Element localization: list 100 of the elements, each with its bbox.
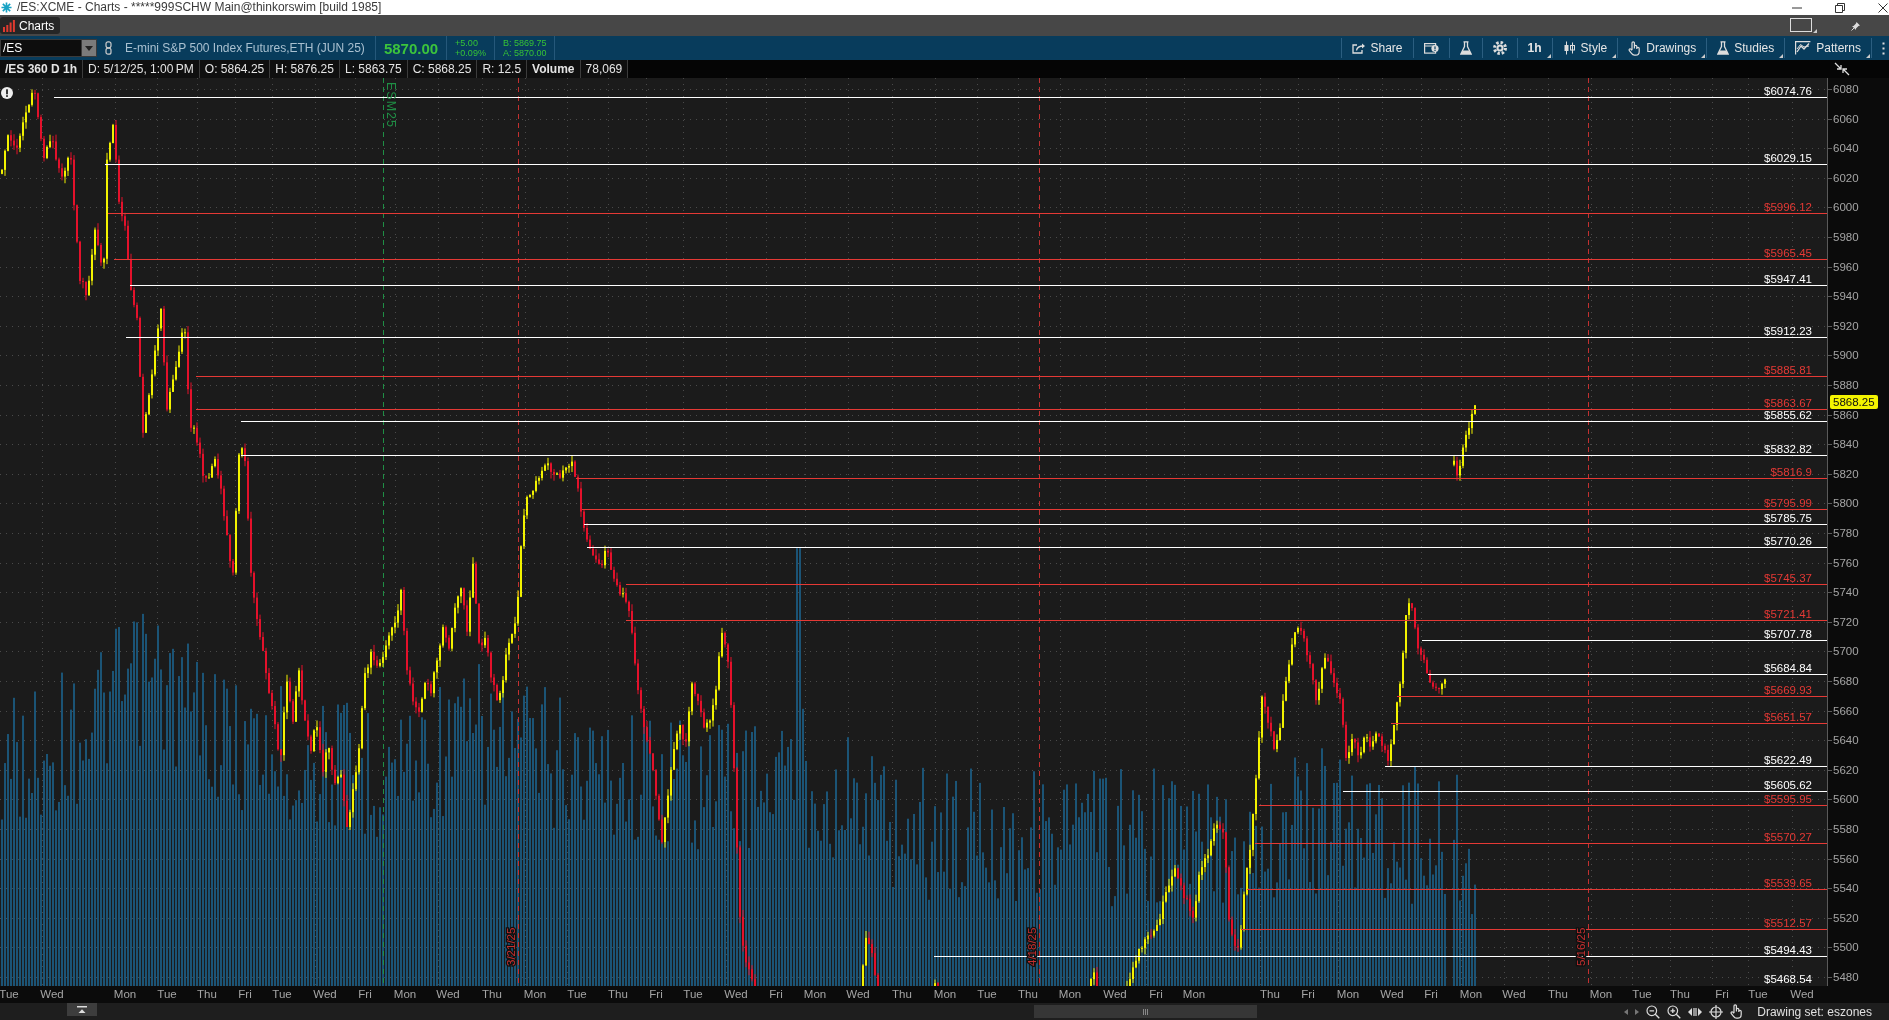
caret-icon (85, 45, 93, 51)
candlestick-icon (1562, 41, 1576, 55)
price-tick-label: 6000 (1833, 200, 1859, 215)
chart-title: /ES 360 D 1h (0, 60, 84, 78)
price-level-label: $5651.57 (1764, 710, 1812, 723)
dropdown-corner-icon (1612, 54, 1617, 58)
flask-icon (1459, 41, 1472, 55)
time-axis-label: Fri (1715, 988, 1729, 1001)
price-level-label: $5605.62 (1764, 778, 1812, 791)
dropdown-corner-icon (1701, 54, 1706, 58)
grip-icon (1143, 1008, 1148, 1015)
price-tick-label: 5600 (1833, 792, 1859, 807)
link-icon[interactable] (105, 41, 113, 55)
charts-tab[interactable]: Charts (0, 17, 61, 34)
hand-pointer-icon (1628, 40, 1642, 56)
zoom-out-icon[interactable] (1646, 1004, 1661, 1019)
alert-icon[interactable] (1, 87, 13, 99)
price-level-label: $6029.15 (1764, 151, 1812, 164)
price-level-label: $5947.41 (1764, 272, 1812, 285)
time-axis-label: Wed (724, 988, 748, 1001)
time-axis-label: Tue (683, 988, 703, 1001)
more-icon[interactable] (1882, 41, 1885, 55)
price-tick-label: 5520 (1833, 910, 1859, 925)
time-axis-label: Tue (1632, 988, 1652, 1001)
volume-value: 78,069 (580, 60, 629, 78)
time-axis-label: Tue (977, 988, 997, 1001)
price-level-label: $5816.9 (1770, 465, 1812, 478)
ask-price: A: 5870.00 (502, 48, 547, 58)
time-axis-label: Wed (40, 988, 64, 1001)
price-level-label: $5494.43 (1764, 943, 1812, 956)
scrollbar-thumb[interactable] (1034, 1005, 1257, 1018)
price-level-label: $5539.65 (1764, 876, 1812, 889)
time-axis-label: Thu (1018, 988, 1038, 1001)
time-axis-label: Fri (1301, 988, 1315, 1001)
hand-icon[interactable] (1730, 1004, 1744, 1019)
collapse-up-icon (77, 1005, 87, 1014)
dropdown-corner-icon (1866, 54, 1870, 58)
time-axis-label: Mon (523, 988, 547, 1001)
symbol-dropdown-button[interactable] (82, 39, 97, 57)
expiration-date-label: 3/21/25 (505, 927, 517, 966)
calendar-alert-icon (1423, 42, 1439, 54)
price-tick-label: 5760 (1833, 555, 1859, 570)
price-tick-label: 5880 (1833, 378, 1859, 392)
bid-price: B: 5869.75 (502, 38, 547, 48)
share-button[interactable]: Share (1341, 36, 1413, 60)
price-tick-label: 5780 (1833, 526, 1859, 540)
ohlc-value: D: 5/12/25, 1:00 PM (83, 60, 200, 78)
symbol-field[interactable]: /ES (0, 39, 82, 57)
instrument-description: E-mini S&P 500 Index Futures,ETH (JUN 25) (125, 41, 365, 55)
collapse-panel-button[interactable] (67, 1003, 97, 1016)
price-level-label: $5721.41 (1764, 607, 1812, 620)
time-axis-label: Wed (846, 988, 870, 1001)
interval-button[interactable]: 1h (1517, 36, 1552, 60)
pan-horizontal-icon[interactable] (1688, 1006, 1703, 1017)
price-tick-label: 5640 (1833, 733, 1859, 748)
price-level-label: $5468.54 (1764, 973, 1812, 985)
scroll-left-icon[interactable] (1624, 1008, 1629, 1015)
scroll-right-icon[interactable] (1635, 1008, 1640, 1015)
price-level-label: $5863.67 (1764, 396, 1812, 409)
studies-button[interactable]: Studies (1707, 36, 1785, 60)
share-icon (1351, 42, 1366, 54)
price-level-label: $5785.75 (1764, 511, 1812, 524)
close-icon (1878, 2, 1888, 13)
time-axis-label: Tue (1748, 988, 1768, 1001)
price-level-label: $5965.45 (1764, 246, 1812, 259)
patterns-button[interactable]: Patterns (1785, 36, 1871, 60)
collapse-arrows-icon[interactable] (1834, 62, 1850, 76)
window-title: /ES:XCME - Charts - *****999SCHW Main@thinkorswim [build 1985] (17, 0, 383, 15)
time-axis-label: Mon (1589, 988, 1613, 1001)
price-level-label: $5707.78 (1764, 627, 1812, 640)
time-axis-label: Thu (482, 988, 502, 1001)
time-axis-label: Mon (1058, 988, 1082, 1001)
zoom-in-icon[interactable] (1667, 1004, 1682, 1019)
flask-icon (1717, 41, 1730, 55)
price-tick-label: 5700 (1833, 644, 1859, 659)
pin-icon[interactable] (1851, 20, 1861, 31)
time-axis-label: Thu (892, 988, 912, 1001)
last-price-tag: 5868.25 (1830, 395, 1878, 410)
ohlc-value: H: 5876.25 (270, 60, 340, 78)
price-level-label: $5770.26 (1764, 534, 1812, 547)
price-level-label: $5832.82 (1764, 442, 1812, 455)
price-tick-label: 5920 (1833, 318, 1859, 333)
minimize-icon (1791, 6, 1802, 9)
price-level-label: $5885.81 (1764, 363, 1812, 376)
time-axis-label: Wed (1790, 988, 1814, 1001)
drawings-button[interactable]: Drawings (1618, 36, 1707, 60)
price-tick-label: 5740 (1833, 585, 1859, 600)
price-tick-label: 5540 (1833, 881, 1859, 896)
last-price: 5870.00 (382, 39, 440, 57)
contract-marker-label: ESM25 (384, 82, 398, 128)
drawing-set-label: Drawing set: eszones (1757, 1004, 1872, 1019)
price-level-label: $5996.12 (1764, 200, 1812, 213)
time-axis-label: Wed (436, 988, 460, 1001)
window-layout-icon[interactable] (1790, 18, 1817, 33)
time-axis-label: Tue (567, 988, 587, 1001)
style-button[interactable]: Style (1552, 36, 1618, 60)
price-tick-label: 5960 (1833, 259, 1859, 274)
time-axis-label: Mon (803, 988, 827, 1001)
crosshair-icon[interactable] (1709, 1004, 1724, 1019)
expiration-date-label: 5/16/25 (1575, 927, 1587, 966)
